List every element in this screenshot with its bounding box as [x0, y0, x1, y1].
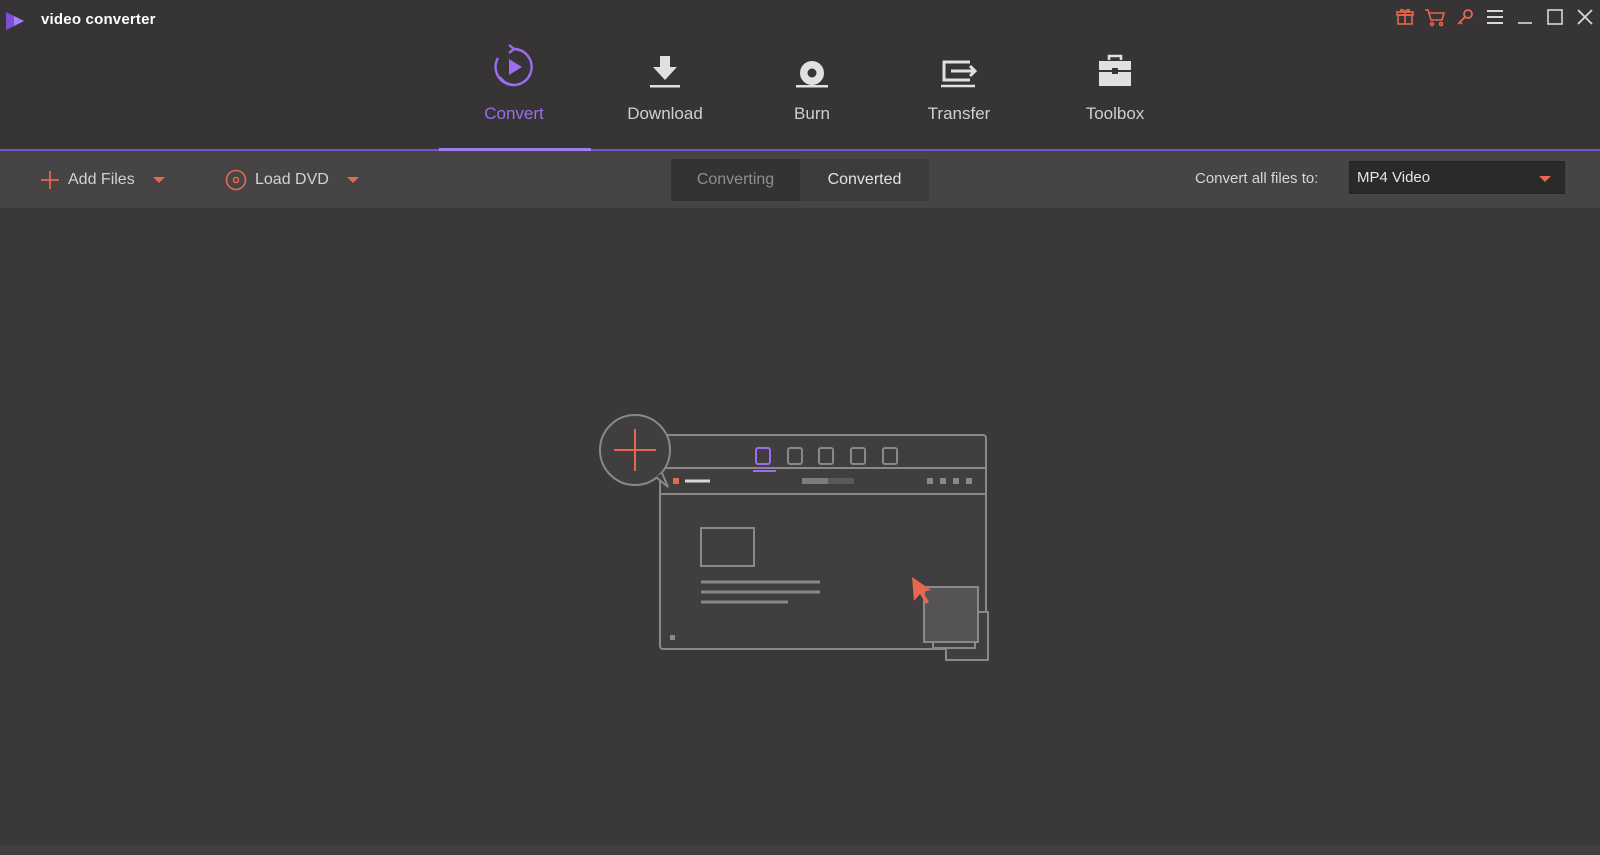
tab-transfer[interactable]: Transfer — [914, 38, 1004, 150]
burn-icon — [796, 61, 828, 88]
chevron-down-icon — [1539, 176, 1551, 182]
tab-burn[interactable]: Burn — [772, 38, 852, 150]
output-format-value: MP4 Video — [1357, 169, 1431, 186]
add-files-dropdown-icon[interactable] — [152, 176, 165, 184]
tab-convert-label: Convert — [484, 104, 544, 123]
tab-convert[interactable]: Convert — [469, 38, 559, 150]
tab-toolbox[interactable]: Toolbox — [1070, 38, 1160, 150]
tab-toolbox-label: Toolbox — [1085, 104, 1145, 123]
title-bar: video converter Convert Download Burn Tr… — [0, 0, 1600, 152]
load-dvd-button[interactable]: Load DVD — [225, 151, 359, 208]
main-nav: Convert Download Burn Transfer Toolbox — [0, 38, 1600, 150]
tab-converting[interactable]: Converting — [671, 159, 800, 201]
transfer-icon — [941, 60, 978, 88]
output-format-select[interactable]: MP4 Video — [1349, 161, 1565, 194]
convert-all-label: Convert all files to: — [1195, 170, 1319, 187]
load-dvd-label: Load DVD — [255, 170, 329, 188]
status-tabs: Converting Converted — [671, 159, 929, 201]
plus-icon — [41, 170, 59, 189]
gift-icon[interactable] — [1390, 4, 1420, 30]
add-files-illustration[interactable] — [590, 405, 1000, 665]
app-logo-icon — [6, 12, 24, 30]
download-icon — [650, 56, 680, 88]
app-title: video converter — [41, 11, 156, 28]
status-bar — [0, 845, 1600, 855]
cart-icon[interactable] — [1420, 4, 1450, 30]
add-files-button[interactable]: Add Files — [40, 151, 165, 208]
window-controls — [1390, 4, 1600, 30]
tab-burn-label: Burn — [794, 104, 830, 123]
tab-download-label: Download — [627, 104, 703, 123]
toolbox-icon — [1099, 54, 1131, 86]
toolbar: Add Files Load DVD Converting Converted … — [0, 151, 1600, 208]
tab-download[interactable]: Download — [620, 38, 710, 150]
dvd-icon — [225, 169, 247, 190]
tab-transfer-label: Transfer — [927, 104, 991, 123]
maximize-icon[interactable] — [1540, 4, 1570, 30]
menu-icon[interactable] — [1480, 4, 1510, 30]
key-icon[interactable] — [1450, 4, 1480, 30]
add-files-label: Add Files — [68, 170, 135, 188]
convert-icon — [494, 44, 533, 87]
minimize-icon[interactable] — [1510, 4, 1540, 30]
close-icon[interactable] — [1570, 4, 1600, 30]
tab-converted[interactable]: Converted — [800, 159, 929, 201]
load-dvd-dropdown-icon[interactable] — [346, 176, 359, 184]
